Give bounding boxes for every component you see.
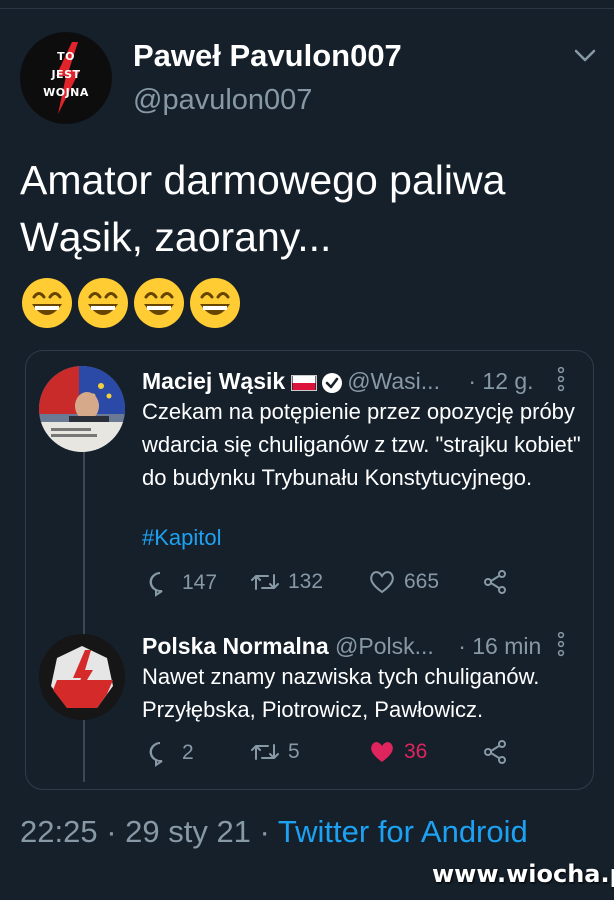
quoted-header: Maciej Wąsik @Wasi... · 12 g. <box>142 368 534 395</box>
watermark: www.wiocha.pl <box>432 860 614 888</box>
emoji-row <box>20 276 244 332</box>
grinning-face-icon <box>190 278 240 328</box>
thread-connector <box>83 440 85 636</box>
quoted-author-name[interactable]: Maciej Wąsik <box>142 368 285 394</box>
more-options-icon[interactable] <box>556 366 566 392</box>
author-name[interactable]: Paweł Pavulon007 <box>133 38 402 74</box>
grinning-face-icon <box>22 278 72 328</box>
author-handle[interactable]: @pavulon007 <box>133 84 312 117</box>
reply-count: 2 <box>182 741 194 764</box>
quoted-tweet-text: Nawet znamy nazwiska tych chuliganów. Pr… <box>142 664 540 722</box>
reply-count: 147 <box>182 571 218 594</box>
retweet-button[interactable]: 5 <box>250 739 300 767</box>
heart-icon <box>370 571 394 594</box>
avatar-text-line: TO <box>57 50 75 63</box>
quoted-tweet-text: Czekam na potępienie przez opozycję prób… <box>142 399 581 490</box>
hashtag-link[interactable]: #Kapitol <box>142 521 582 554</box>
reply-icon <box>149 572 163 597</box>
quoted-author-handle[interactable]: @Wasi... <box>347 368 440 394</box>
quoted-author-name[interactable]: Polska Normalna <box>142 633 329 659</box>
author-avatar[interactable]: TO JEST WOJNA <box>20 32 112 124</box>
verified-badge-icon <box>322 372 343 393</box>
share-button[interactable] <box>482 569 508 597</box>
more-options-icon[interactable] <box>556 631 566 657</box>
heart-filled-icon <box>371 742 393 762</box>
reply-button[interactable]: 147 <box>146 569 217 597</box>
like-count: 665 <box>404 570 440 593</box>
grinning-face-icon <box>78 278 128 328</box>
tweet-timestamp[interactable]: 22:25 · 29 sty 21 · <box>20 814 278 849</box>
chevron-down-icon[interactable] <box>570 44 600 68</box>
tweet-footer: 22:25 · 29 sty 21 · Twitter for Android <box>20 814 528 850</box>
avatar-text-line: WOJNA <box>43 86 89 99</box>
like-button[interactable]: 36 <box>368 739 427 767</box>
hashtag-text[interactable]: #Kapitol <box>142 525 222 550</box>
tweet-text: Amator darmowego paliwa Wąsik, zaorany..… <box>20 157 506 260</box>
retweet-icon <box>251 744 279 760</box>
like-count: 36 <box>404 740 428 763</box>
avatar-text-line: JEST <box>51 68 81 81</box>
retweet-count: 132 <box>288 570 324 593</box>
share-icon <box>484 740 506 764</box>
like-button[interactable]: 665 <box>368 569 439 597</box>
share-button[interactable] <box>482 739 508 767</box>
quoted-header: Polska Normalna @Polsk... · 16 min <box>142 633 541 660</box>
share-icon <box>484 570 506 594</box>
avatar-logo <box>39 634 125 720</box>
retweet-button[interactable]: 132 <box>250 569 323 597</box>
retweet-count: 5 <box>288 740 300 763</box>
poland-flag-icon <box>291 374 318 391</box>
retweet-icon <box>251 574 279 590</box>
reply-button[interactable]: 2 <box>146 739 194 767</box>
quoted-time[interactable]: · 12 g. <box>468 368 533 394</box>
thread-connector <box>83 720 85 782</box>
reply-icon <box>149 742 163 767</box>
top-divider <box>0 8 614 9</box>
quoted-author-handle[interactable]: @Polsk... <box>335 633 434 659</box>
quoted-author-avatar[interactable] <box>39 634 125 720</box>
quoted-time[interactable]: · 16 min <box>458 633 541 659</box>
grinning-face-icon <box>134 278 184 328</box>
avatar-photo <box>39 366 125 452</box>
tweet-source-link[interactable]: Twitter for Android <box>278 814 528 849</box>
quoted-author-avatar[interactable] <box>39 366 125 452</box>
